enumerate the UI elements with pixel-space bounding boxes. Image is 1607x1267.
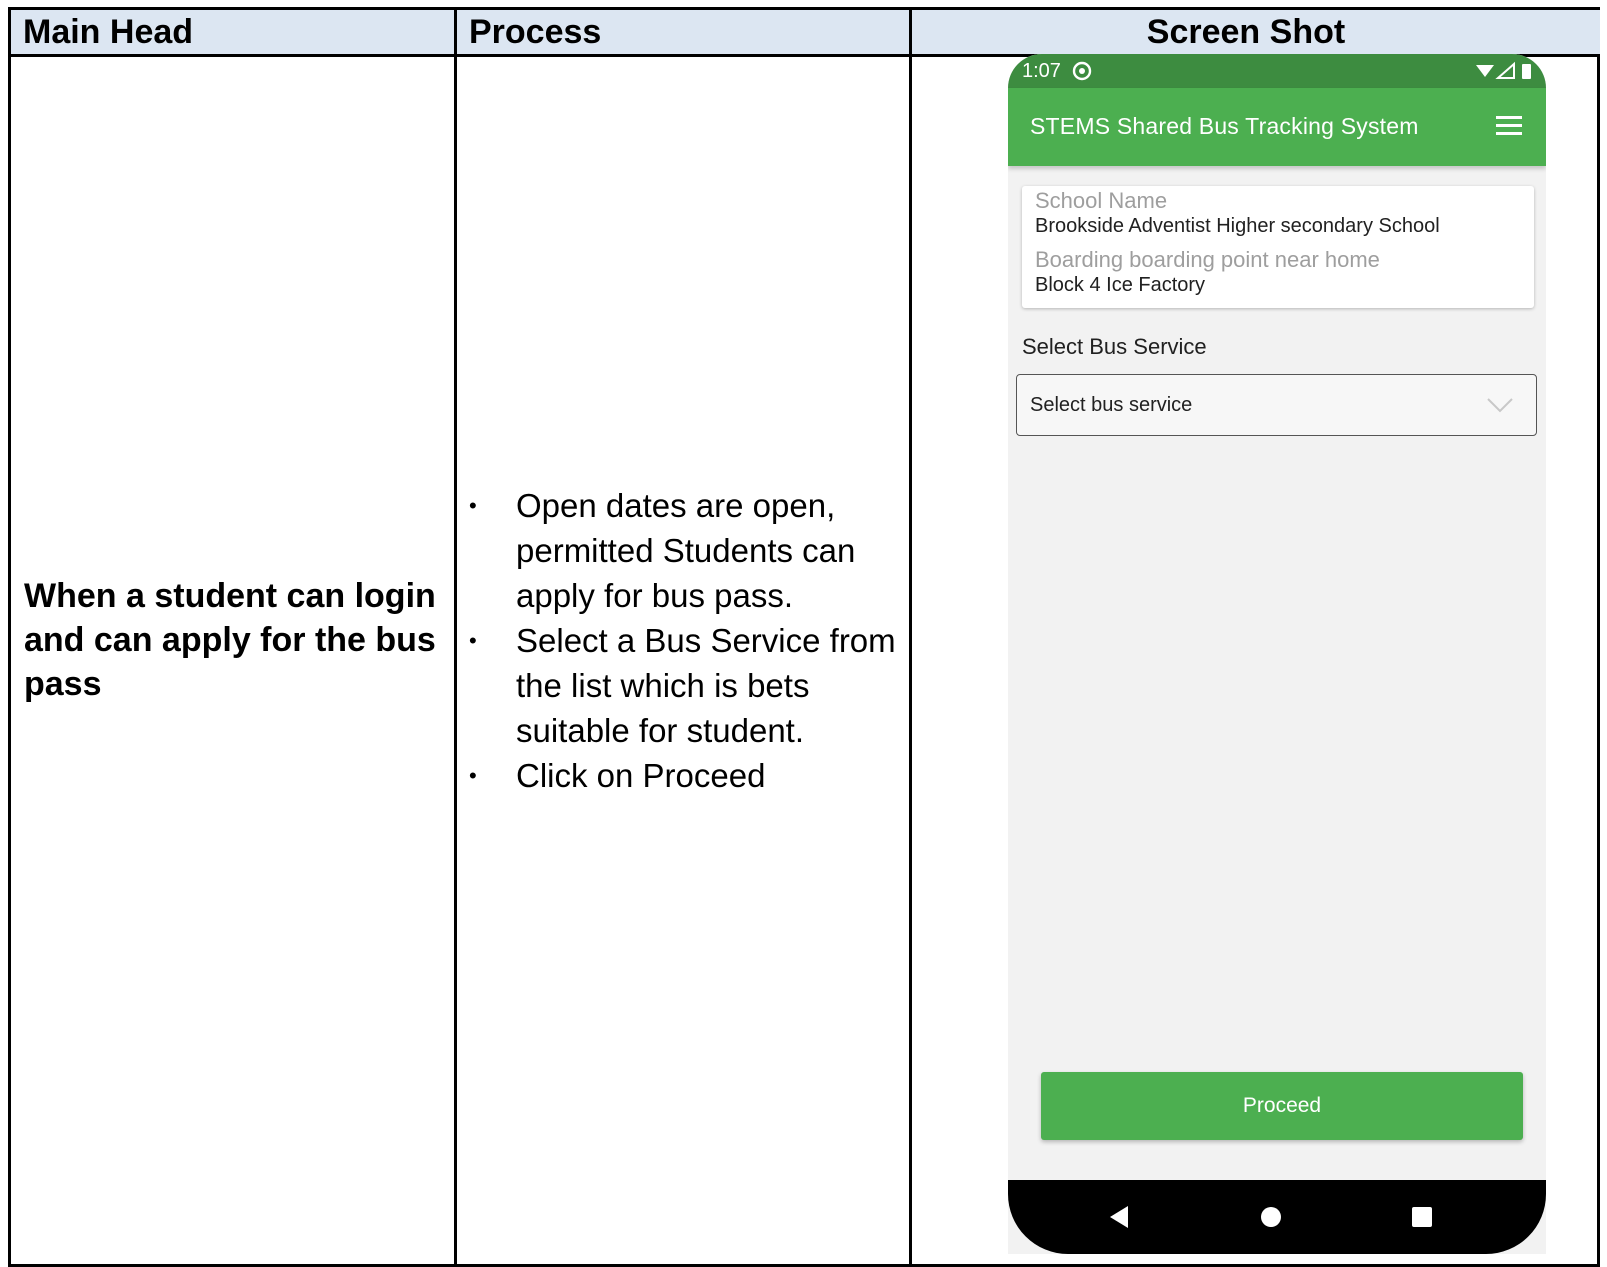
wifi-icon xyxy=(1476,65,1494,77)
column-divider xyxy=(909,10,912,1264)
status-icons xyxy=(1476,61,1531,79)
bullet: • xyxy=(469,628,477,653)
navigation-bar xyxy=(1008,1180,1546,1254)
app-bar: STEMS Shared Bus Tracking System xyxy=(1008,88,1546,166)
process-step: • Click on Proceed xyxy=(469,753,899,798)
recents-icon[interactable] xyxy=(1410,1202,1434,1232)
process-steps: • Open dates are open, permitted Student… xyxy=(469,483,899,798)
back-icon[interactable] xyxy=(1106,1202,1130,1232)
home-icon[interactable] xyxy=(1258,1202,1284,1232)
proceed-button[interactable]: Proceed xyxy=(1041,1072,1523,1140)
school-name-label: School Name xyxy=(1035,188,1168,213)
school-name-value: Brookside Adventist Higher secondary Sch… xyxy=(1035,215,1440,237)
boarding-point-value: Block 4 Ice Factory xyxy=(1035,274,1206,296)
phone-screenshot: 1:07 STEMS Shared Bus Tracking System Sc… xyxy=(1008,54,1546,1254)
process-step-text: Select a Bus Service from the list which… xyxy=(516,622,896,749)
status-time: 1:07 xyxy=(1022,60,1061,82)
bus-service-label: Select Bus Service xyxy=(1022,334,1207,359)
process-step: • Open dates are open, permitted Student… xyxy=(469,483,899,618)
process-step-text: Open dates are open, permitted Students … xyxy=(516,487,856,614)
student-info-card: School Name Brookside Adventist Higher s… xyxy=(1022,186,1534,308)
header-process: Process xyxy=(457,10,909,54)
process-step-text: Click on Proceed xyxy=(516,757,766,794)
menu-icon[interactable] xyxy=(1496,114,1522,138)
bus-service-select-value: Select bus service xyxy=(1030,394,1193,416)
bullet: • xyxy=(469,763,477,788)
battery-icon xyxy=(1522,64,1531,79)
column-divider xyxy=(454,10,457,1264)
cell-signal-icon xyxy=(1495,61,1515,79)
main-head-text: When a student can login and can apply f… xyxy=(24,577,436,703)
boarding-point-label: Boarding boarding point near home xyxy=(1035,247,1380,272)
bus-service-select[interactable]: Select bus service xyxy=(1016,374,1537,436)
chevron-down-icon xyxy=(1487,398,1513,413)
header-main-head: Main Head xyxy=(11,10,454,54)
process-step: • Select a Bus Service from the list whi… xyxy=(469,618,899,753)
bullet: • xyxy=(469,493,477,518)
status-bar: 1:07 xyxy=(1008,54,1546,88)
app-notification-icon xyxy=(1072,61,1092,81)
app-title: STEMS Shared Bus Tracking System xyxy=(1030,113,1419,139)
header-screen-shot: Screen Shot xyxy=(912,10,1600,54)
